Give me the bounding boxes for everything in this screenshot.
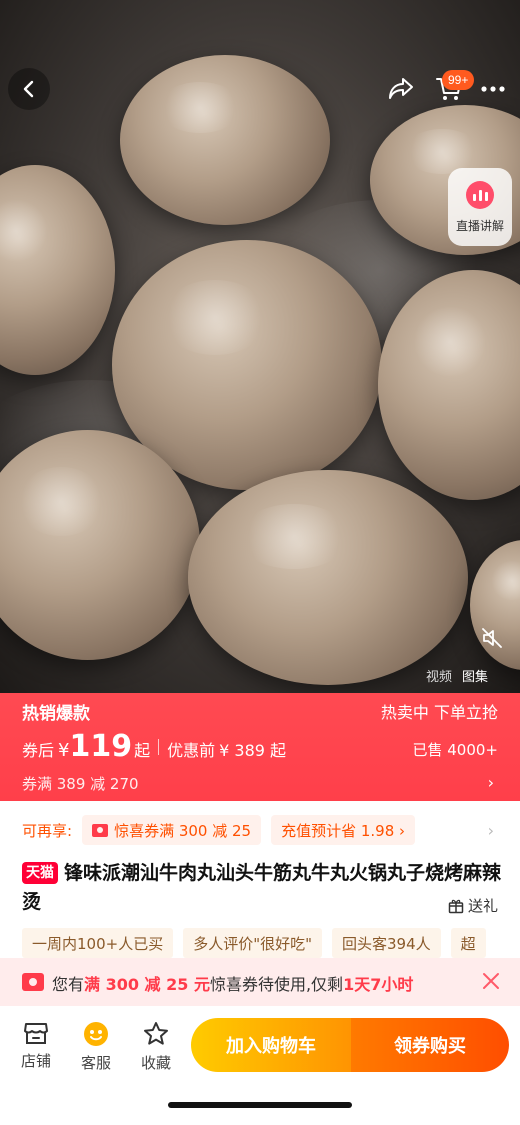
back-icon — [23, 80, 34, 98]
shop-label: 店铺 — [20, 1052, 51, 1070]
notice-prefix: 您有 — [52, 975, 85, 994]
gift-icon — [448, 899, 464, 913]
live-icon — [466, 180, 494, 209]
coupon-icon — [22, 973, 44, 991]
meatball-image — [188, 470, 468, 685]
notice-remain: 1天7小时 — [343, 975, 414, 994]
share-icon — [389, 78, 413, 99]
notice-middle: 惊喜券待使用,仅剩 — [209, 975, 344, 994]
product-title-text: 锋味派潮汕牛肉丸汕头牛筋丸牛丸火锅丸子烧烤麻辣烫 — [22, 862, 502, 913]
customer-service-button[interactable]: 客服 — [70, 1020, 122, 1073]
shop-button[interactable]: 店铺 — [10, 1020, 62, 1071]
more-button[interactable] — [474, 70, 512, 108]
mute-button[interactable] — [478, 624, 506, 652]
recharge-text: 充值预计省 1.98 › — [281, 821, 406, 840]
service-icon — [84, 1022, 108, 1046]
original-price-label: 优惠前 — [167, 741, 216, 760]
benefit-row: 可再享: 惊喜券满 300 减 25 充值预计省 1.98 › — [22, 815, 416, 845]
after-coupon-label: 券后 — [22, 741, 55, 760]
product-title: 天猫 锋味派潮汕牛肉丸汕头牛筋丸牛丸火锅丸子烧烤麻辣烫 — [22, 859, 502, 917]
buy-with-coupon-button[interactable]: 领券购买 — [351, 1018, 509, 1072]
live-explain-button[interactable]: 直播讲解 — [448, 168, 512, 246]
price-banner[interactable]: 热销爆款 热卖中 下单立抢 券后 ¥ 119 起 优惠前 ¥ 389 起 已售 … — [0, 693, 520, 801]
sold-count: 已售 4000+ — [412, 741, 498, 759]
media-tabs: 视频 图集 — [426, 666, 488, 685]
close-button[interactable] — [480, 970, 502, 992]
hot-label: 热销爆款 — [22, 704, 90, 724]
recharge-chip[interactable]: 充值预计省 1.98 › — [271, 815, 416, 845]
fav-label: 收藏 — [140, 1054, 171, 1072]
gift-button[interactable]: 送礼 — [448, 895, 498, 916]
tag-chip: 回头客394人 — [332, 928, 441, 958]
mute-icon — [482, 628, 502, 648]
price-suffix: 起 — [134, 741, 151, 760]
tag-chip: 超 — [450, 928, 486, 958]
price-value: 119 — [69, 729, 133, 764]
surprise-coupon-chip[interactable]: 惊喜券满 300 减 25 — [82, 815, 262, 845]
selling-label: 热卖中 下单立抢 — [380, 703, 498, 722]
add-to-cart-button[interactable]: 加入购物车 — [191, 1018, 351, 1072]
more-icon — [481, 86, 505, 92]
surprise-coupon-text: 惊喜券满 300 减 25 — [114, 821, 252, 840]
benefit-label: 可再享: — [22, 821, 73, 840]
tmall-badge: 天猫 — [22, 862, 58, 884]
tag-chip: 一周内100+人已买 — [22, 928, 174, 958]
original-price: ¥ 389 起 — [219, 741, 287, 760]
tag-chip: 多人评价"很好吃" — [183, 928, 323, 958]
notice-highlight: 满 300 减 25 元 — [84, 975, 210, 994]
tab-video[interactable]: 视频 — [426, 666, 452, 685]
back-button[interactable] — [8, 68, 50, 110]
close-icon — [483, 973, 499, 989]
product-hero-image[interactable]: 99+ 直播讲解 视频 图集 — [0, 0, 520, 693]
gift-label: 送礼 — [467, 897, 498, 915]
price-row: 券后 ¥ 119 起 优惠前 ¥ 389 起 — [22, 729, 286, 764]
home-indicator[interactable] — [168, 1102, 352, 1108]
meatball-image — [0, 165, 115, 375]
shop-icon — [24, 1023, 48, 1044]
coupon-info: 券满 389 减 270 — [22, 775, 139, 793]
live-label: 直播讲解 — [455, 218, 504, 233]
product-tags: 一周内100+人已买 多人评价"很好吃" 回头客394人 超 — [22, 928, 520, 958]
favorite-button[interactable]: 收藏 — [130, 1020, 182, 1073]
cta-group: 加入购物车 领券购买 — [191, 1018, 509, 1072]
cart-count-badge: 99+ — [442, 70, 475, 90]
coupon-icon — [92, 823, 109, 837]
coupon-notice[interactable]: 您有满 300 减 25 元惊喜券待使用,仅剩1天7小时 — [0, 958, 520, 1006]
product-info: 可再享: 惊喜券满 300 减 25 充值预计省 1.98 › › 天猫 锋味派潮… — [0, 801, 520, 964]
notice-text: 您有满 300 减 25 元惊喜券待使用,仅剩1天7小时 — [52, 971, 413, 995]
star-icon — [144, 1022, 168, 1045]
service-label: 客服 — [80, 1054, 111, 1072]
tab-gallery[interactable]: 图集 — [462, 666, 488, 685]
chevron-right-icon[interactable]: › — [488, 821, 494, 840]
currency-symbol: ¥ — [58, 740, 70, 761]
share-button[interactable] — [382, 70, 420, 108]
chevron-right-icon[interactable]: › — [488, 773, 494, 792]
meatball-image — [120, 55, 330, 225]
divider — [158, 738, 160, 755]
